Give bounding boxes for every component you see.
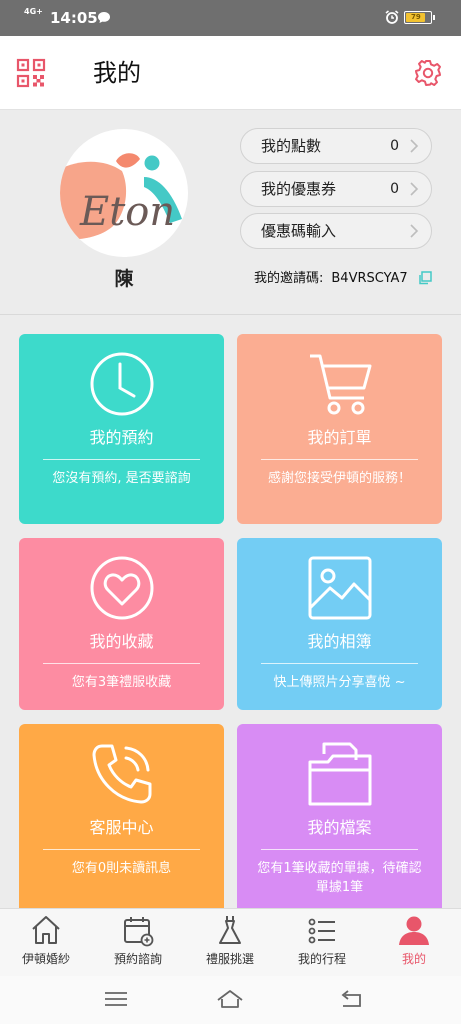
tile-title: 我的檔案: [307, 818, 372, 837]
tile-title: 我的收藏: [89, 632, 154, 651]
tab-me[interactable]: 我的: [368, 909, 460, 977]
tile-title: 客服中心: [89, 818, 154, 837]
tile-description: 感謝您接受伊頓的服務！: [267, 471, 411, 486]
coupons-value: 0: [390, 181, 399, 197]
points-label: 我的點數: [261, 137, 322, 155]
tile-divider: [261, 663, 418, 664]
points-value: 0: [390, 138, 399, 154]
eton-logo: Eton: [60, 153, 182, 240]
my-files-tile[interactable]: 我的檔案 您有1筆收藏的單據，待確認單據1筆: [237, 724, 442, 908]
tab-label: 預約諮詢: [113, 952, 162, 966]
profile-section: Eton 陳 我的點數 0 我的優惠券 0 優惠碼輸入 我的邀請碼: B4VRSC…: [0, 111, 461, 315]
tile-divider: [43, 663, 200, 664]
copy-icon[interactable]: [418, 271, 432, 285]
qr-code-icon[interactable]: [16, 58, 46, 88]
tile-description: 您有0則未讀訊息: [71, 861, 172, 876]
message-notification-icon: [98, 12, 110, 23]
tab-eton-wedding[interactable]: 伊頓婚紗: [0, 909, 92, 977]
tile-title: 我的相簿: [307, 632, 372, 651]
battery-icon: 79: [404, 11, 435, 24]
network-indicator: 4G+: [24, 7, 43, 16]
tile-title: 我的預約: [89, 428, 154, 447]
tile-divider: [43, 849, 200, 850]
tab-gown-selection[interactable]: 禮服挑選: [184, 909, 276, 977]
chevron-right-icon: [410, 224, 419, 238]
chevron-right-icon: [410, 182, 419, 196]
phone-icon: [92, 744, 152, 804]
person-icon: [399, 916, 429, 945]
tab-label: 我的行程: [297, 952, 346, 966]
customer-service-tile[interactable]: 客服中心 您有0則未讀訊息: [19, 724, 224, 908]
my-favorites-tile[interactable]: 我的收藏 您有3筆禮服收藏: [19, 538, 224, 710]
dress-icon: [219, 916, 241, 944]
tile-title: 我的訂單: [307, 428, 372, 447]
home-icon: [32, 916, 60, 944]
tab-book-consultation[interactable]: 預約諮詢: [92, 909, 184, 977]
status-bar: 4G+ 14:05 79: [0, 0, 461, 36]
my-orders-tile[interactable]: 我的訂單 感謝您接受伊頓的服務！: [237, 334, 442, 524]
my-points-button[interactable]: 我的點數 0: [240, 128, 432, 164]
status-time: 14:05: [50, 9, 98, 27]
coupons-label: 我的優惠券: [261, 180, 337, 198]
promo-label: 優惠碼輸入: [261, 222, 337, 240]
tab-my-schedule[interactable]: 我的行程: [276, 909, 368, 977]
invite-code-row: 我的邀請碼: B4VRSCYA7: [254, 270, 408, 288]
tab-label: 我的: [401, 952, 426, 966]
avatar[interactable]: Eton: [60, 129, 188, 257]
tile-description: 您沒有預約, 是否要諮詢: [52, 471, 191, 486]
clock-icon: [90, 352, 154, 416]
menu-icon[interactable]: [101, 987, 131, 1011]
back-icon[interactable]: [336, 987, 366, 1011]
shopping-cart-icon: [310, 354, 372, 415]
home-nav-icon[interactable]: [215, 987, 245, 1011]
tile-description: 您有3筆禮服收藏: [71, 675, 172, 690]
invite-label: 我的邀請碼:: [254, 271, 324, 286]
my-coupons-button[interactable]: 我的優惠券 0: [240, 171, 432, 207]
calendar-add-icon: [124, 917, 154, 947]
tile-divider: [261, 849, 418, 850]
invite-code: B4VRSCYA7: [331, 271, 408, 286]
my-appointments-tile[interactable]: 我的預約 您沒有預約, 是否要諮詢: [19, 334, 224, 524]
list-icon: [308, 918, 335, 944]
battery-level: 79: [411, 13, 421, 21]
tile-description: 您有1筆收藏的單據，待確認單據1筆: [257, 861, 422, 895]
tile-description: 快上傳照片分享喜悅 ~: [273, 675, 406, 690]
settings-gear-icon[interactable]: [414, 59, 442, 87]
image-icon: [308, 556, 372, 620]
bottom-tab-bar: 伊頓婚紗 預約諮詢 禮服挑選 我的行程 我的: [0, 908, 461, 976]
app-header: 我的: [0, 36, 461, 110]
my-album-tile[interactable]: 我的相簿 快上傳照片分享喜悅 ~: [237, 538, 442, 710]
tile-divider: [261, 459, 418, 460]
tile-divider: [43, 459, 200, 460]
heart-icon: [90, 556, 154, 620]
chevron-right-icon: [410, 139, 419, 153]
logo-text: Eton: [79, 189, 175, 235]
tab-label: 禮服挑選: [205, 952, 254, 966]
folder-icon: [308, 742, 372, 806]
promo-code-button[interactable]: 優惠碼輸入: [240, 213, 432, 249]
alarm-icon: [385, 10, 399, 24]
tab-label: 伊頓婚紗: [21, 952, 70, 966]
page-title: 我的: [93, 59, 141, 87]
username: 陳: [114, 268, 134, 290]
system-navigation-bar: [0, 976, 461, 1024]
